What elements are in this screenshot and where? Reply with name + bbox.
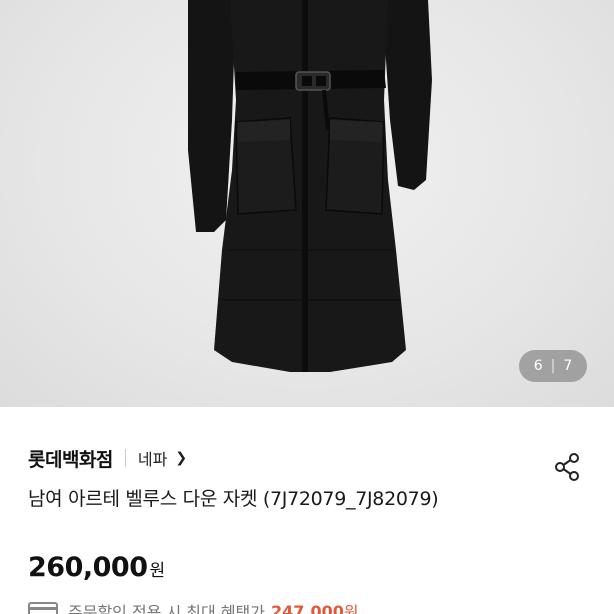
product-title: 남여 아르테 벨루스 다운 자켓 (7J72079_7J82079) (28, 488, 439, 510)
card-icon (28, 602, 58, 614)
brand-divider (124, 449, 126, 467)
benefit-text: 주문할인 적용 시 최대 혜택가 (68, 603, 265, 614)
product-image-gallery[interactable]: 6 | 7 (0, 0, 614, 407)
brand-row: 롯데백화점 네파 ❯ (28, 445, 187, 471)
product-info: 롯데백화점 네파 ❯ 남여 아르테 벨루스 다운 자켓 (7J72079_7J8… (0, 407, 614, 614)
product-image (188, 0, 432, 372)
benefit-price: 247,000 (270, 601, 344, 614)
share-button[interactable] (552, 451, 584, 483)
price-value: 260,000 (28, 552, 148, 583)
counter-separator: | (550, 358, 556, 374)
brand-name: 네파 (137, 450, 168, 469)
share-icon (555, 453, 579, 481)
image-counter: 6 | 7 (519, 350, 587, 382)
price-row: 260,000 원 (28, 552, 165, 583)
benefit-currency: 원 (343, 603, 359, 614)
counter-current: 6 (533, 358, 543, 374)
chevron-right-icon: ❯ (175, 450, 188, 466)
store-name[interactable]: 롯데백화점 (28, 445, 113, 472)
brand-link[interactable]: 네파 ❯ (138, 446, 187, 470)
counter-total: 7 (563, 358, 573, 374)
benefit-row[interactable]: 주문할인 적용 시 최대 혜택가 247,000 원 (28, 600, 359, 614)
price-currency: 원 (149, 561, 166, 581)
